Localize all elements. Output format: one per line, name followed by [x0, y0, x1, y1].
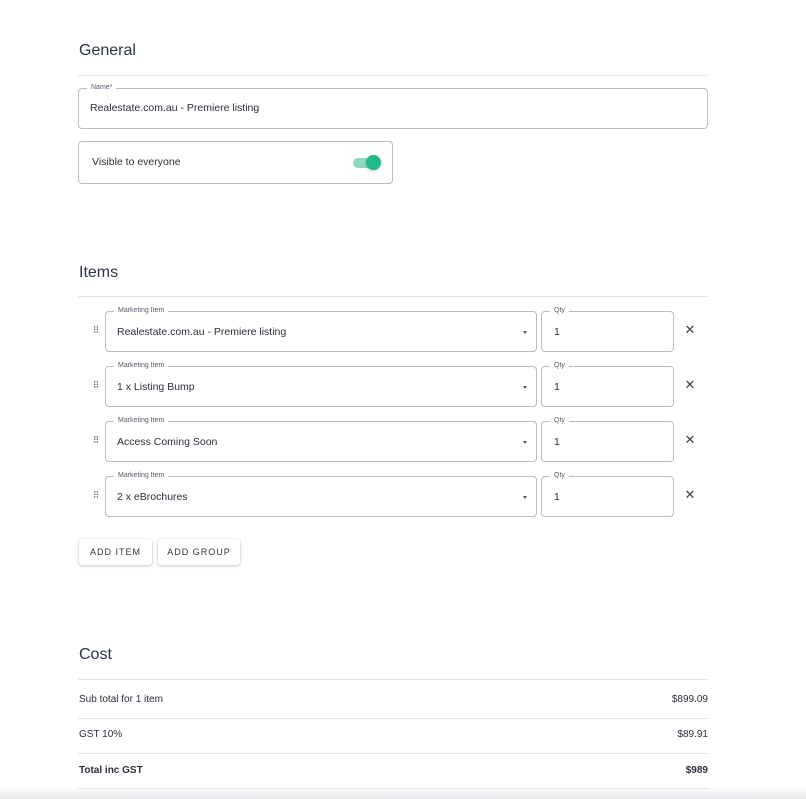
- qty-field[interactable]: Qty 1: [541, 360, 674, 407]
- name-field-label: Name*: [87, 82, 117, 94]
- close-icon[interactable]: ✕: [683, 323, 697, 337]
- visibility-toggle-knob[interactable]: [366, 155, 381, 170]
- marketing-item-select[interactable]: Marketing Item 2 x eBrochures: [105, 470, 537, 517]
- qty-value[interactable]: 1: [554, 381, 560, 393]
- add-item-button[interactable]: ADD ITEM: [79, 539, 152, 565]
- visibility-toggle-card: Visible to everyone: [78, 141, 393, 184]
- qty-field[interactable]: Qty 1: [541, 415, 674, 462]
- cost-title: Cost: [79, 646, 112, 663]
- qty-label: Qty: [550, 360, 569, 372]
- chevron-down-icon: [523, 496, 527, 499]
- qty-field[interactable]: Qty 1: [541, 470, 674, 517]
- marketing-item-value: 2 x eBrochures: [117, 491, 188, 503]
- subtotal-label: Sub total for 1 item: [79, 694, 163, 705]
- marketing-item-label: Marketing Item: [114, 305, 169, 317]
- name-field[interactable]: Name* Realestate.com.au - Premiere listi…: [78, 82, 708, 129]
- visibility-label: Visible to everyone: [92, 156, 181, 168]
- cost-row-divider: [78, 718, 708, 719]
- general-title: General: [79, 42, 136, 59]
- drag-handle-icon[interactable]: ⠿: [92, 435, 100, 445]
- qty-label: Qty: [550, 305, 569, 317]
- total-row: Total inc GST $989: [78, 765, 708, 785]
- marketing-item-value: 1 x Listing Bump: [117, 381, 195, 393]
- chevron-down-icon: [523, 441, 527, 444]
- total-value: $989: [685, 765, 708, 776]
- qty-value[interactable]: 1: [554, 491, 560, 503]
- scroll-fade: [0, 787, 806, 799]
- marketing-item-select[interactable]: Marketing Item 1 x Listing Bump: [105, 360, 537, 407]
- drag-handle-icon[interactable]: ⠿: [92, 490, 100, 500]
- subtotal-row: Sub total for 1 item $899.09: [78, 694, 708, 714]
- close-icon[interactable]: ✕: [683, 378, 697, 392]
- marketing-item-label: Marketing Item: [114, 415, 169, 427]
- marketing-item-label: Marketing Item: [114, 470, 169, 482]
- qty-label: Qty: [550, 470, 569, 482]
- gst-label: GST 10%: [79, 729, 123, 740]
- chevron-down-icon: [523, 386, 527, 389]
- close-icon[interactable]: ✕: [683, 488, 697, 502]
- drag-handle-icon[interactable]: ⠿: [92, 380, 100, 390]
- drag-handle-icon[interactable]: ⠿: [92, 325, 100, 335]
- total-label: Total inc GST: [79, 765, 143, 776]
- marketing-item-label: Marketing Item: [114, 360, 169, 372]
- general-divider: [78, 75, 708, 76]
- marketing-item-select[interactable]: Marketing Item Access Coming Soon: [105, 415, 537, 462]
- cost-row-divider: [78, 753, 708, 754]
- items-divider: [78, 296, 708, 297]
- marketing-item-select[interactable]: Marketing Item Realestate.com.au - Premi…: [105, 305, 537, 352]
- qty-value[interactable]: 1: [554, 436, 560, 448]
- gst-value: $89.91: [677, 729, 708, 740]
- items-title: Items: [79, 264, 119, 281]
- add-group-button[interactable]: ADD GROUP: [158, 539, 240, 565]
- close-icon[interactable]: ✕: [683, 433, 697, 447]
- name-field-value[interactable]: Realestate.com.au - Premiere listing: [90, 102, 259, 114]
- marketing-item-value: Access Coming Soon: [117, 436, 218, 448]
- gst-row: GST 10% $89.91: [78, 729, 708, 749]
- marketing-item-value: Realestate.com.au - Premiere listing: [117, 326, 287, 338]
- subtotal-value: $899.09: [671, 694, 708, 705]
- qty-label: Qty: [550, 415, 569, 427]
- qty-value[interactable]: 1: [554, 326, 560, 338]
- cost-divider: [78, 679, 708, 680]
- chevron-down-icon: [523, 331, 527, 334]
- qty-field[interactable]: Qty 1: [541, 305, 674, 352]
